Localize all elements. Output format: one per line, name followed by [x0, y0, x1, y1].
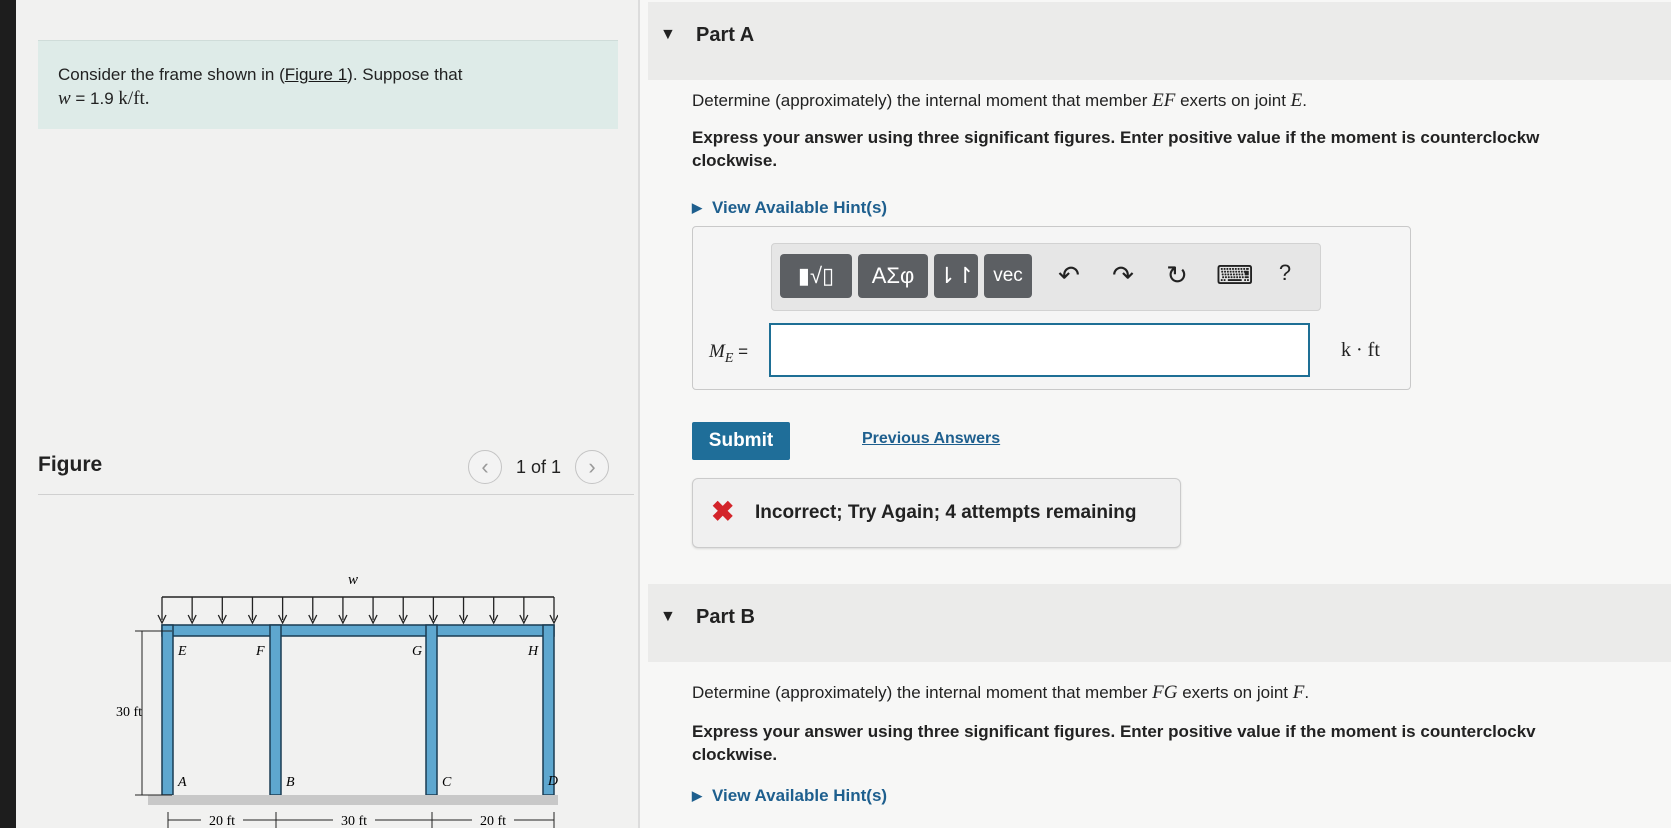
- triangle-right-icon: ▶: [692, 200, 702, 215]
- previous-answers-link[interactable]: Previous Answers: [862, 430, 1000, 448]
- part-b-title: Part B: [696, 606, 755, 628]
- left-pane: Consider the frame shown in (Figure 1). …: [16, 0, 638, 828]
- math-toolbar: ▮√▯ ΑΣφ ⇂↾ vec ↶ ↷ ↻ ⌨ ?: [771, 243, 1321, 311]
- part-a-instructions: Express your answer using three signific…: [692, 126, 1539, 172]
- problem-text-start: Consider the frame shown in (: [58, 65, 285, 84]
- part-a-question-start: Determine (approximately) the internal m…: [692, 91, 1153, 110]
- reset-icon[interactable]: ↻: [1162, 260, 1192, 291]
- column-c: [425, 624, 438, 796]
- submit-button[interactable]: Submit: [692, 422, 790, 460]
- load-label: w: [348, 572, 358, 588]
- screen-edge: [0, 0, 16, 828]
- answer-label: ME =: [709, 339, 748, 367]
- joint-e-ref: E: [1290, 90, 1303, 111]
- problem-text-end: ). Suppose that: [347, 65, 463, 84]
- greek-button[interactable]: ΑΣφ: [858, 254, 928, 298]
- keyboard-icon[interactable]: ⌨: [1216, 260, 1254, 291]
- triangle-right-icon: ▶: [692, 788, 702, 803]
- part-b-instructions-line2: clockwise.: [692, 745, 778, 764]
- part-b-question-mid: exerts on joint: [1177, 683, 1293, 702]
- answer-input[interactable]: [769, 323, 1310, 377]
- next-figure-button[interactable]: ›: [575, 450, 610, 484]
- chevron-left-icon: ‹: [481, 454, 489, 479]
- part-a-title: Part A: [696, 24, 755, 46]
- part-b-instructions-line1: Express your answer using three signific…: [692, 722, 1536, 741]
- arrows-updown-icon: ⇂↾: [937, 263, 975, 288]
- joint-c: C: [442, 775, 452, 790]
- greek-icon: ΑΣφ: [871, 263, 915, 288]
- joint-h: H: [527, 644, 539, 659]
- joint-f-ref: F: [1292, 682, 1305, 703]
- w-unit: k/ft.: [118, 88, 150, 109]
- triangle-down-icon: ▼: [660, 26, 676, 43]
- page-indicator: 1 of 1: [516, 456, 562, 477]
- problem-text: Consider the frame shown in (Figure 1). …: [58, 63, 462, 111]
- part-b-question-start: Determine (approximately) the internal m…: [692, 683, 1153, 702]
- prev-figure-button[interactable]: ‹: [468, 450, 502, 484]
- chevron-right-icon: ›: [588, 454, 596, 479]
- error-icon: ✖: [711, 496, 735, 527]
- joint-d: D: [547, 774, 558, 789]
- beam: [161, 624, 555, 637]
- load-arrows: [157, 597, 558, 625]
- figure-link[interactable]: Figure 1: [285, 65, 347, 84]
- span-label-2: 30 ft: [341, 814, 367, 828]
- w-symbol: w: [58, 88, 71, 109]
- figure-heading: Figure: [38, 453, 103, 476]
- joint-e: E: [177, 644, 187, 659]
- templates-button[interactable]: ▮√▯: [780, 254, 852, 298]
- answer-unit: k · ft: [1341, 339, 1380, 361]
- ground: [148, 795, 558, 805]
- column-a: [161, 624, 174, 796]
- frame-figure: w E F G H A B C D 30 ft 20 ft 30 ft 20 f…: [116, 572, 558, 828]
- feedback-box: ✖ Incorrect; Try Again; 4 attempts remai…: [692, 478, 1181, 548]
- figure-divider: [38, 494, 634, 495]
- joint-b: B: [286, 775, 295, 790]
- part-a-question-mid: exerts on joint: [1175, 91, 1291, 110]
- redo-icon[interactable]: ↷: [1108, 260, 1138, 291]
- vec-icon: vec: [993, 265, 1023, 286]
- part-a-question-end: .: [1302, 91, 1307, 110]
- right-pane: ▼ Part A Determine (approximately) the i…: [640, 0, 1671, 828]
- column-b: [269, 624, 282, 796]
- part-a-instructions-line1: Express your answer using three signific…: [692, 128, 1540, 147]
- part-b-question-end: .: [1304, 683, 1310, 702]
- part-b-question: Determine (approximately) the internal m…: [692, 682, 1309, 704]
- joint-f: F: [255, 644, 265, 659]
- member-fg: FG: [1152, 682, 1178, 703]
- undo-icon[interactable]: ↶: [1054, 260, 1084, 291]
- span-label-3: 20 ft: [480, 814, 506, 828]
- feedback-message: Incorrect; Try Again; 4 attempts remaini…: [755, 502, 1137, 523]
- problem-statement: Consider the frame shown in (Figure 1). …: [38, 40, 618, 129]
- part-a-hints-toggle[interactable]: ▶ View Available Hint(s): [692, 198, 887, 218]
- w-value: = 1.9: [70, 89, 119, 108]
- part-b-hints-label: View Available Hint(s): [712, 786, 888, 805]
- answer-label-equals: =: [733, 342, 749, 361]
- answer-box: ▮√▯ ΑΣφ ⇂↾ vec ↶ ↷ ↻ ⌨ ? ME = k · ft: [692, 226, 1411, 390]
- part-a-hints-label: View Available Hint(s): [712, 198, 888, 217]
- templates-icon: ▮√▯: [797, 263, 835, 288]
- part-a-instructions-line2: clockwise.: [692, 151, 778, 170]
- help-icon[interactable]: ?: [1270, 260, 1300, 286]
- joint-g: G: [412, 644, 422, 659]
- height-label: 30 ft: [116, 705, 142, 720]
- member-ef: EF: [1152, 90, 1176, 111]
- figure-pager: ‹ 1 of 1 ›: [468, 450, 610, 484]
- part-b-hints-toggle[interactable]: ▶ View Available Hint(s): [692, 786, 887, 806]
- part-a-question: Determine (approximately) the internal m…: [692, 90, 1307, 112]
- part-a-header[interactable]: ▼ Part A: [648, 2, 1671, 80]
- part-b-instructions: Express your answer using three signific…: [692, 720, 1536, 766]
- column-d: [542, 624, 555, 796]
- triangle-down-icon: ▼: [660, 608, 676, 625]
- joint-a: A: [177, 775, 187, 790]
- span-label-1: 20 ft: [209, 814, 235, 828]
- part-b-header[interactable]: ▼ Part B: [648, 584, 1671, 662]
- subscript-button[interactable]: ⇂↾: [934, 254, 978, 298]
- answer-label-main: M: [709, 341, 725, 362]
- vec-button[interactable]: vec: [984, 254, 1032, 298]
